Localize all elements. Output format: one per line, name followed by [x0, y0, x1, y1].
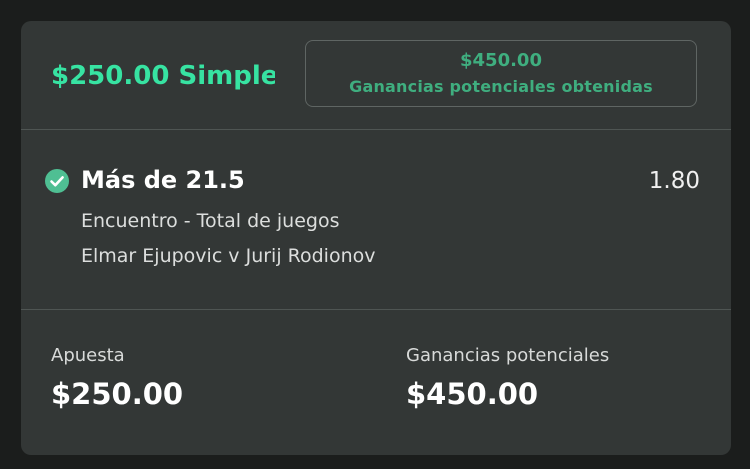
returns-box: $450.00 Ganancias potenciales obtenidas [305, 40, 697, 107]
returns-amount: $450.00 [460, 50, 542, 71]
returns-label: Ganancias potenciales obtenidas [349, 77, 653, 96]
selection-market: Encuentro - Total de juegos [81, 210, 340, 232]
check-circle-icon [45, 169, 69, 193]
header-divider [21, 129, 731, 130]
selection-event: Elmar Ejupovic v Jurij Rodionov [81, 245, 376, 267]
stake-label: Apuesta [51, 345, 125, 366]
bet-title: $250.00 Simple [51, 61, 275, 91]
bet-header: $250.00 Simple $450.00 Ganancias potenci… [21, 21, 731, 130]
bet-summary: Apuesta $250.00 Ganancias potenciales $4… [21, 310, 731, 455]
potential-returns-label: Ganancias potenciales [406, 345, 610, 366]
stake-value: $250.00 [51, 377, 184, 411]
bet-receipt-card: $250.00 Simple $450.00 Ganancias potenci… [21, 21, 731, 455]
potential-returns-value: $450.00 [406, 377, 539, 411]
selection-name: Más de 21.5 [81, 166, 245, 194]
selection-row: Más de 21.5 1.80 Encuentro - Total de ju… [21, 131, 731, 309]
selection-odds: 1.80 [648, 168, 700, 194]
